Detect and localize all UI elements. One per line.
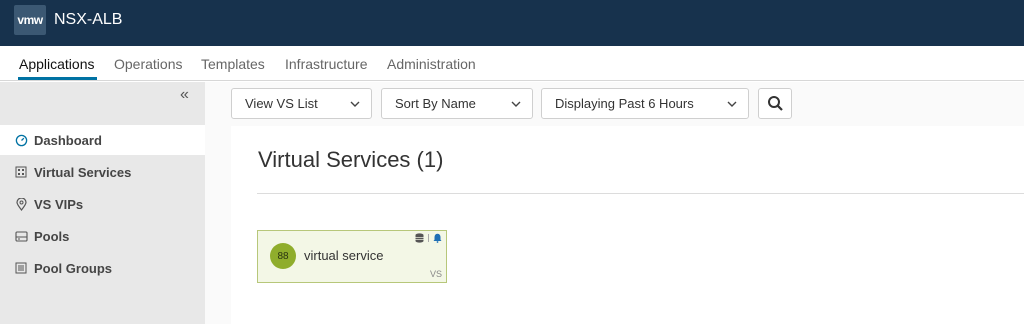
location-pin-icon: [14, 197, 28, 211]
card-icons: [415, 233, 442, 243]
health-score-badge: 88: [270, 243, 296, 269]
sidebar-item-vs-vips[interactable]: VS VIPs: [0, 189, 205, 219]
select-value: Sort By Name: [395, 96, 476, 111]
chevron-down-icon: [350, 101, 360, 107]
search-icon: [767, 96, 783, 111]
select-value: View VS List: [245, 96, 318, 111]
server-icon: [14, 229, 28, 243]
chevron-down-icon: [511, 101, 521, 107]
icon-separator: [428, 234, 429, 242]
gauge-icon: [14, 133, 28, 147]
tab-templates[interactable]: Templates: [201, 56, 265, 72]
double-chevron-left-icon[interactable]: «: [180, 86, 189, 104]
sidebar-item-label: Pool Groups: [34, 260, 112, 276]
sidebar-item-label: Dashboard: [34, 132, 102, 148]
sidebar-item-pool-groups[interactable]: Pool Groups: [0, 253, 205, 283]
chevron-down-icon: [727, 101, 737, 107]
sort-by-select[interactable]: Sort By Name: [381, 88, 533, 119]
database-icon[interactable]: [415, 233, 424, 243]
grid-icon: [14, 165, 28, 179]
title-divider: [257, 193, 1024, 194]
vmw-logo: vmw: [14, 5, 46, 35]
sidebar-item-virtual-services[interactable]: Virtual Services: [0, 157, 205, 187]
select-value: Displaying Past 6 Hours: [555, 96, 694, 111]
page-title: Virtual Services (1): [258, 147, 444, 172]
tab-operations[interactable]: Operations: [114, 56, 182, 72]
sidebar-item-label: VS VIPs: [34, 196, 84, 212]
tab-administration[interactable]: Administration: [387, 56, 476, 72]
sidebar: « Dashboard Virtual Services VS VIPs Poo…: [0, 82, 205, 324]
sidebar-item-label: Virtual Services: [34, 164, 132, 180]
virtual-service-card[interactable]: 88 virtual service VS: [257, 230, 447, 283]
tab-applications[interactable]: Applications: [19, 56, 95, 72]
top-header: vmw NSX-ALB: [0, 0, 1024, 46]
virtual-service-name: virtual service: [304, 248, 384, 263]
search-button[interactable]: [758, 88, 792, 119]
sidebar-item-label: Pools: [34, 228, 70, 244]
main-nav-tabs: Applications Operations Templates Infras…: [0, 46, 1024, 81]
app-title: NSX-ALB: [54, 11, 123, 28]
view-vs-list-select[interactable]: View VS List: [231, 88, 372, 119]
bell-icon[interactable]: [433, 233, 442, 243]
tab-infrastructure[interactable]: Infrastructure: [285, 56, 367, 72]
list-icon: [14, 261, 28, 275]
vs-type-tag: VS: [429, 269, 442, 279]
time-range-select[interactable]: Displaying Past 6 Hours: [541, 88, 749, 119]
sidebar-item-pools[interactable]: Pools: [0, 221, 205, 251]
sidebar-item-dashboard[interactable]: Dashboard: [0, 125, 205, 155]
active-tab-indicator: [18, 77, 97, 80]
